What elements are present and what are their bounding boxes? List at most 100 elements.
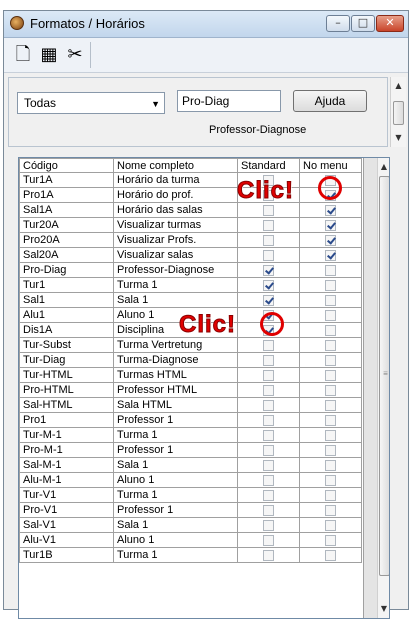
col-name-header[interactable]: Nome completo <box>113 158 238 173</box>
menu-checkbox[interactable] <box>325 354 336 366</box>
col-code-header[interactable]: Código <box>19 158 114 173</box>
row-code[interactable]: Pro1 <box>19 412 114 428</box>
row-code[interactable]: Alu-V1 <box>19 532 114 548</box>
menu-checkbox[interactable] <box>325 309 336 321</box>
menu-checkbox[interactable] <box>325 534 336 546</box>
row-name[interactable]: Professor HTML <box>113 382 238 398</box>
row-name[interactable]: Sala HTML <box>113 397 238 413</box>
menu-checkbox[interactable] <box>325 459 336 471</box>
standard-checkbox[interactable] <box>263 339 274 351</box>
menu-checkbox[interactable] <box>325 504 336 516</box>
row-name[interactable]: Turma 1 <box>113 427 238 443</box>
help-button[interactable]: Ajuda <box>293 90 367 112</box>
standard-checkbox[interactable] <box>263 294 274 306</box>
standard-checkbox[interactable] <box>263 474 274 486</box>
table-row[interactable]: Tur-HTML Turmas HTML <box>19 367 362 383</box>
menu-checkbox[interactable] <box>325 324 336 336</box>
table-row[interactable]: Sal-HTML Sala HTML <box>19 397 362 413</box>
row-code[interactable]: Tur1A <box>19 172 114 188</box>
row-name[interactable]: Professor 1 <box>113 412 238 428</box>
row-name[interactable]: Aluno 1 <box>113 472 238 488</box>
row-code[interactable]: Tur-V1 <box>19 487 114 503</box>
standard-checkbox[interactable] <box>263 504 274 516</box>
table-row[interactable]: Sal1 Sala 1 <box>19 292 362 308</box>
row-code[interactable]: Sal-HTML <box>19 397 114 413</box>
row-code[interactable]: Sal-V1 <box>19 517 114 533</box>
row-code[interactable]: Alu1 <box>19 307 114 323</box>
row-code[interactable]: Alu-M-1 <box>19 472 114 488</box>
table-row[interactable]: Pro1A Horário do prof. <box>19 187 362 203</box>
row-code[interactable]: Pro-M-1 <box>19 442 114 458</box>
standard-checkbox[interactable] <box>263 249 274 261</box>
table-row[interactable]: Pro-M-1 Professor 1 <box>19 442 362 458</box>
row-code[interactable]: Tur-Subst <box>19 337 114 353</box>
standard-checkbox[interactable] <box>263 459 274 471</box>
table-row[interactable]: Pro20A Visualizar Profs. <box>19 232 362 248</box>
table-row[interactable]: Tur-M-1 Turma 1 <box>19 427 362 443</box>
row-name[interactable]: Professor-Diagnose <box>113 262 238 278</box>
grid-scroll-thumb[interactable]: ≡ <box>379 176 389 576</box>
grid-scroll-up-icon[interactable]: ▲ <box>378 160 389 174</box>
menu-checkbox[interactable] <box>325 549 336 561</box>
row-name[interactable]: Sala 1 <box>113 457 238 473</box>
menu-checkbox[interactable] <box>325 264 336 276</box>
grid-icon[interactable]: ▦ <box>38 44 60 66</box>
menu-checkbox[interactable] <box>325 519 336 531</box>
menu-checkbox[interactable] <box>325 429 336 441</box>
row-code[interactable]: Pro20A <box>19 232 114 248</box>
table-row[interactable]: Tur1B Turma 1 <box>19 547 362 563</box>
scroll-thumb[interactable] <box>393 101 404 125</box>
row-name[interactable]: Sala 1 <box>113 292 238 308</box>
row-name[interactable]: Turma 1 <box>113 487 238 503</box>
standard-checkbox[interactable] <box>263 204 274 216</box>
table-row[interactable]: Sal-M-1 Sala 1 <box>19 457 362 473</box>
table-row[interactable]: Tur-Diag Turma-Diagnose <box>19 352 362 368</box>
row-code[interactable]: Tur20A <box>19 217 114 233</box>
table-row[interactable]: Pro-V1 Professor 1 <box>19 502 362 518</box>
row-code[interactable]: Tur1 <box>19 277 114 293</box>
menu-checkbox[interactable] <box>325 399 336 411</box>
maximize-button[interactable]: □ <box>351 15 375 32</box>
row-code[interactable]: Pro1A <box>19 187 114 203</box>
chevron-down-icon[interactable]: ▼ <box>151 94 160 114</box>
standard-checkbox[interactable] <box>263 444 274 456</box>
row-name[interactable]: Horário do prof. <box>113 187 238 203</box>
filter-scrollbar[interactable]: ▲ ▼ <box>390 77 406 147</box>
standard-checkbox[interactable] <box>263 219 274 231</box>
row-code[interactable]: Tur1B <box>19 547 114 563</box>
table-row[interactable]: Sal1A Horário das salas <box>19 202 362 218</box>
table-row[interactable]: Alu-M-1 Aluno 1 <box>19 472 362 488</box>
new-document-icon[interactable]: 🗋 <box>12 44 34 66</box>
menu-checkbox[interactable] <box>325 444 336 456</box>
row-name[interactable]: Visualizar Profs. <box>113 232 238 248</box>
row-code[interactable]: Pro-Diag <box>19 262 114 278</box>
row-name[interactable]: Horário da turma <box>113 172 238 188</box>
col-standard-header[interactable]: Standard <box>237 158 300 173</box>
minimize-button[interactable]: – <box>326 15 350 32</box>
row-name[interactable]: Professor 1 <box>113 442 238 458</box>
table-row[interactable]: Sal-V1 Sala 1 <box>19 517 362 533</box>
scroll-up-icon[interactable]: ▲ <box>391 79 406 93</box>
standard-checkbox[interactable] <box>263 369 274 381</box>
title-bar[interactable]: Formatos / Horários – □ ✕ <box>4 11 408 38</box>
table-row[interactable]: Tur20A Visualizar turmas <box>19 217 362 233</box>
close-button[interactable]: ✕ <box>376 15 404 32</box>
menu-checkbox[interactable] <box>325 204 336 216</box>
menu-checkbox[interactable] <box>325 249 336 261</box>
row-code[interactable]: Tur-HTML <box>19 367 114 383</box>
table-row[interactable]: Tur-Subst Turma Vertretung <box>19 337 362 353</box>
table-row[interactable]: Sal20A Visualizar salas <box>19 247 362 263</box>
standard-checkbox[interactable] <box>263 234 274 246</box>
menu-checkbox[interactable] <box>325 234 336 246</box>
table-row[interactable]: Tur-V1 Turma 1 <box>19 487 362 503</box>
menu-checkbox[interactable] <box>325 294 336 306</box>
standard-checkbox[interactable] <box>263 399 274 411</box>
standard-checkbox[interactable] <box>263 429 274 441</box>
grid-scrollbar[interactable]: ▲ ≡ ▼ <box>377 158 389 618</box>
row-name[interactable]: Visualizar salas <box>113 247 238 263</box>
row-code[interactable]: Pro-HTML <box>19 382 114 398</box>
standard-checkbox[interactable] <box>263 414 274 426</box>
menu-checkbox[interactable] <box>325 219 336 231</box>
row-code[interactable]: Sal1 <box>19 292 114 308</box>
table-row[interactable]: Pro-HTML Professor HTML <box>19 382 362 398</box>
